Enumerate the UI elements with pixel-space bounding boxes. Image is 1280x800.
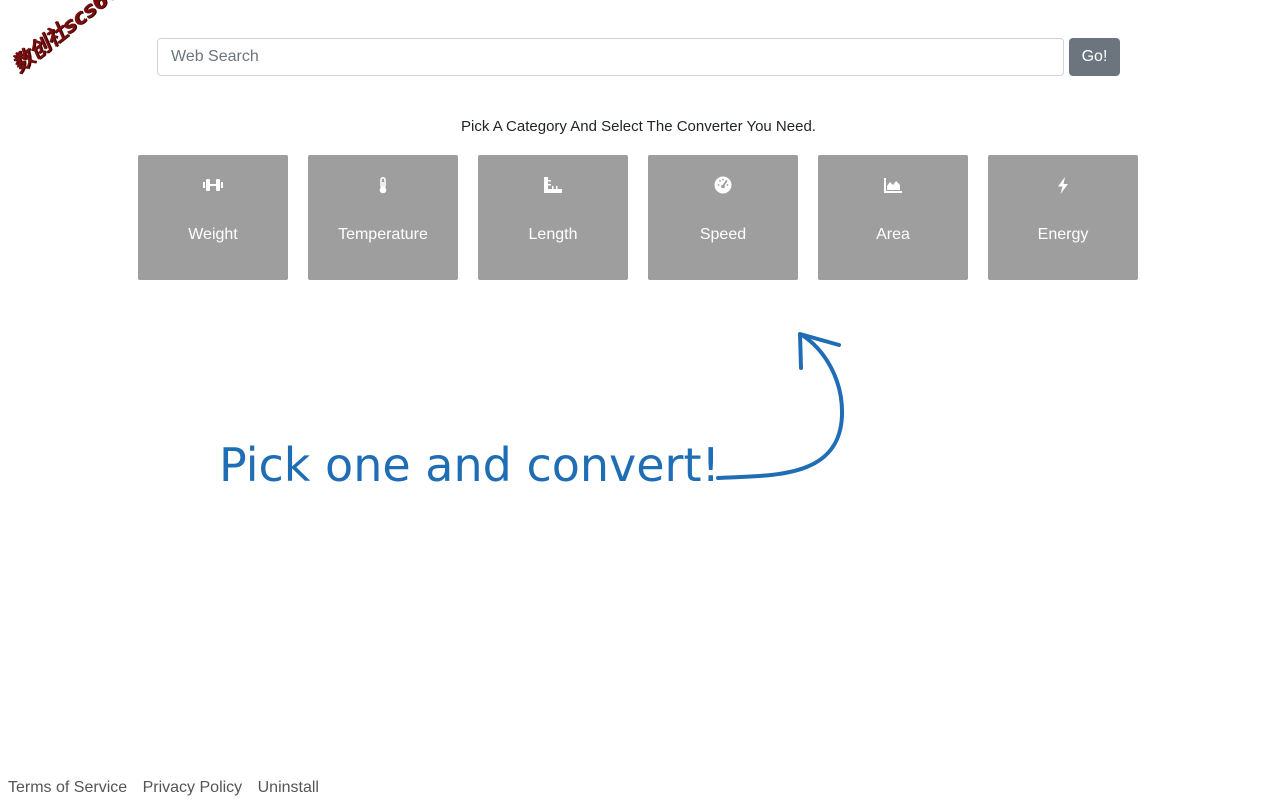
curved-arrow-icon (716, 332, 845, 480)
category-tile-speed[interactable]: Speed (648, 155, 798, 280)
category-instructions: Pick A Category And Select The Converter… (461, 118, 816, 135)
speedometer-icon (648, 175, 798, 195)
page: 数创社scs66 Go! Pick A Category And Select … (0, 0, 1280, 800)
ruler-icon (478, 175, 628, 195)
dumbbell-icon (138, 175, 288, 195)
category-label: Weight (188, 226, 238, 243)
category-label: Area (876, 226, 910, 243)
uninstall-link[interactable]: Uninstall (258, 779, 319, 796)
pick-one-tip: Pick one and convert! (219, 438, 720, 492)
category-tiles: Weight Temperature Length Speed Area Ene… (138, 155, 1138, 280)
category-tile-length[interactable]: Length (478, 155, 628, 280)
lightning-bolt-icon (988, 175, 1138, 195)
privacy-policy-link[interactable]: Privacy Policy (143, 779, 243, 796)
category-tile-energy[interactable]: Energy (988, 155, 1138, 280)
thermometer-icon (308, 175, 458, 195)
category-label: Energy (1037, 226, 1089, 243)
category-tile-temperature[interactable]: Temperature (308, 155, 458, 280)
footer: Terms of Service Privacy Policy Uninstal… (8, 779, 330, 797)
go-button[interactable]: Go! (1069, 38, 1120, 76)
category-label: Length (528, 226, 578, 243)
area-chart-icon (818, 175, 968, 195)
category-tile-area[interactable]: Area (818, 155, 968, 280)
search-input[interactable] (157, 38, 1064, 76)
search-form: Go! (157, 38, 1120, 76)
terms-of-service-link[interactable]: Terms of Service (8, 779, 127, 796)
category-tile-weight[interactable]: Weight (138, 155, 288, 280)
category-label: Speed (699, 226, 747, 243)
category-label: Temperature (338, 226, 428, 243)
brand-logo: 数创社scs66 (7, 0, 125, 78)
